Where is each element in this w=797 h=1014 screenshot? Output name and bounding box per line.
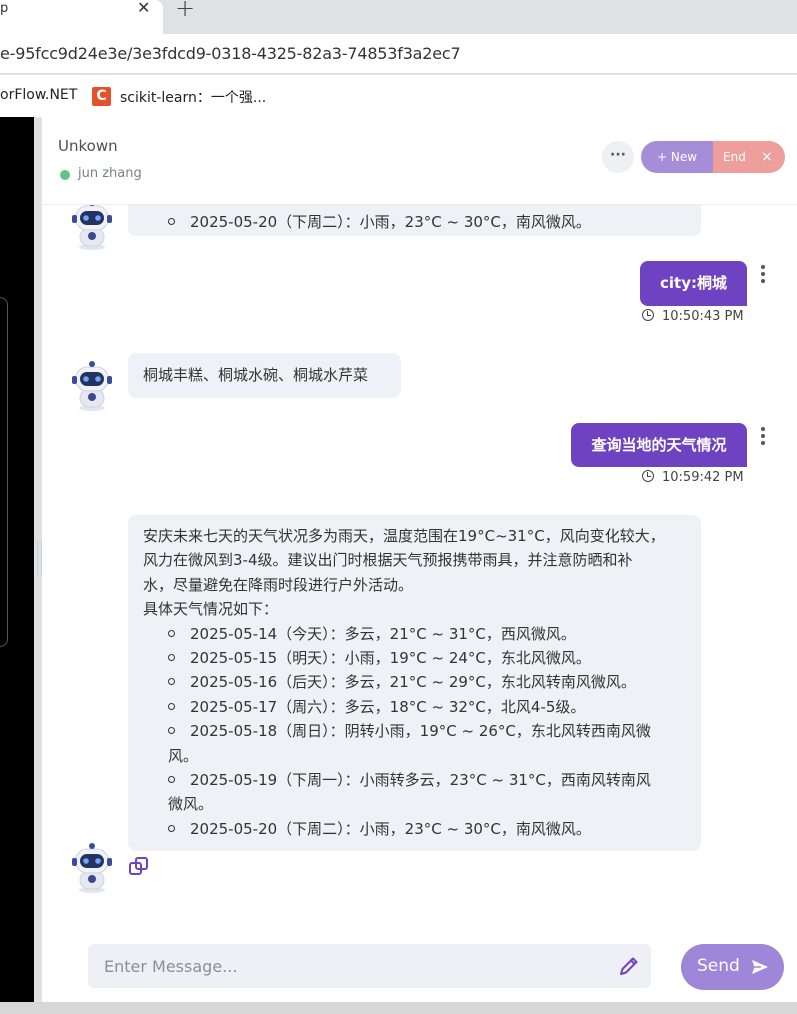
end-chat-button[interactable]: End × — [713, 141, 785, 173]
bot-avatar — [72, 843, 112, 893]
list-item: 2025-05-17（周六）：多云，18°C ~ 32°C，北风4-5级。 — [128, 695, 686, 719]
list-item: 2025-05-20（下周二）：小雨，23°C ~ 30°C，南风微风。 — [128, 210, 591, 234]
bookmark-tensorflow[interactable]: orFlow.NET — [0, 87, 77, 103]
list-item: 2025-05-14（今天）：多云，21°C ~ 31°C，西风微风。 — [128, 622, 686, 646]
user-message: 查询当地的天气情况 — [571, 423, 747, 467]
address-bar[interactable]: e-95fcc9d24e3e/3e3fdcd9-0318-4325-82a3-7… — [0, 34, 797, 74]
side-panel — [0, 117, 34, 1002]
end-chat-label: End — [723, 150, 746, 164]
message-time: 10:59:42 PM — [642, 470, 744, 485]
text-line: 风力在微风到3-4级。建议出门时根据天气预报携带雨具，并注意防晒和补 — [143, 551, 633, 570]
new-chat-button[interactable]: + New — [641, 141, 713, 173]
side-panel-frame — [0, 297, 8, 647]
message-options-icon[interactable] — [759, 265, 767, 285]
bottom-edge — [0, 1002, 797, 1014]
browser-tab-bar: p ✕ + — [0, 0, 797, 34]
bot-message: 桐城丰糕、桐城水碗、桐城水芹菜 — [128, 353, 401, 398]
bot-avatar — [72, 205, 112, 250]
clock-icon — [642, 309, 654, 321]
bot-message: 安庆未来七天的天气状况多为雨天，温度范围在19°C~31°C，风向变化较大， 风… — [128, 515, 701, 851]
bookmarks-bar: orFlow.NET C scikit-learn：一个强... — [0, 75, 797, 117]
list-item: 2025-05-19（下周一）：小雨转多云，23°C ~ 31°C，西南风转南风… — [128, 768, 686, 817]
url-text[interactable]: e-95fcc9d24e3e/3e3fdcd9-0318-4325-82a3-7… — [0, 44, 461, 63]
chat-header: Unkown jun zhang ··· + New End × — [42, 117, 797, 205]
bot-avatar — [72, 361, 112, 411]
list-item: 2025-05-16（后天）：多云，21°C ~ 29°C，东北风转南风微风。 — [128, 670, 686, 694]
chat-window: Unkown jun zhang ··· + New End × 2025-05… — [42, 117, 797, 1002]
send-arrow-icon — [752, 960, 768, 974]
chat-user-name: jun zhang — [78, 166, 142, 181]
list-item: 2025-05-20（下周二）：小雨，23°C ~ 30°C，南风微风。 — [128, 817, 686, 841]
scikit-learn-icon: C — [92, 87, 111, 106]
message-paragraph: 安庆未来七天的天气状况多为雨天，温度范围在19°C~31°C，风向变化较大， 风… — [143, 524, 686, 597]
browser-tab[interactable]: p ✕ — [0, 0, 163, 34]
list-item: 2025-05-15（明天）：小雨，19°C ~ 24°C，东北风微风。 — [128, 646, 686, 670]
message-options-icon[interactable] — [759, 427, 767, 447]
online-status-icon — [60, 170, 70, 180]
message-time: 10:50:43 PM — [642, 309, 744, 324]
bookmark-scikit-learn[interactable]: scikit-learn：一个强... — [120, 87, 266, 107]
send-button[interactable]: Send — [681, 944, 784, 990]
weather-list: 2025-05-14（今天）：多云，21°C ~ 31°C，西风微风。 2025… — [128, 622, 686, 842]
text-line: 水，尽量避免在降雨时段进行户外活动。 — [143, 575, 414, 594]
more-options-button[interactable]: ··· — [602, 141, 634, 173]
list-item: 2025-05-18（周日）：阴转小雨，19°C ~ 26°C，东北风转西南风微… — [128, 719, 686, 768]
text-line: 安庆未来七天的天气状况多为雨天，温度范围在19°C~31°C，风向变化较大， — [143, 527, 665, 545]
send-label: Send — [697, 956, 740, 976]
message-input[interactable] — [104, 944, 604, 988]
chat-title: Unkown — [58, 137, 118, 155]
close-icon: × — [761, 149, 773, 165]
tab-title: p — [0, 1, 9, 16]
message-composer — [88, 944, 651, 988]
clock-icon — [642, 470, 654, 482]
message-list: 2025-05-20（下周二）：小雨，23°C ~ 30°C，南风微风。 cit… — [42, 205, 797, 925]
new-tab-icon[interactable]: + — [175, 0, 195, 20]
user-message: city:桐城 — [640, 261, 747, 306]
copy-icon[interactable] — [128, 856, 150, 878]
message-subheading: 具体天气情况如下： — [143, 600, 279, 619]
pencil-icon[interactable] — [618, 955, 640, 977]
tab-close-icon[interactable]: ✕ — [137, 0, 150, 16]
bot-message: 2025-05-20（下周二）：小雨，23°C ~ 30°C，南风微风。 — [128, 205, 701, 236]
